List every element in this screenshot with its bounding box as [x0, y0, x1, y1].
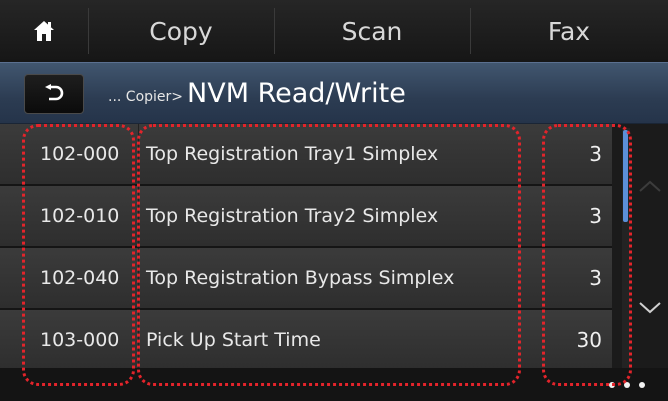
home-icon — [34, 21, 54, 41]
back-arrow-icon — [45, 84, 64, 101]
tab-fax-label: Fax — [547, 16, 591, 46]
page-title: NVM Read/Write — [187, 77, 406, 109]
scroll-up-button[interactable] — [632, 128, 668, 243]
top-tab-bar: Copy Scan Fax — [0, 0, 668, 62]
tab-scan-label: Scan — [341, 16, 403, 46]
tab-scan[interactable]: Scan — [274, 0, 470, 62]
more-dot-icon — [639, 381, 645, 388]
highlight-codes-column — [22, 124, 135, 386]
tab-copy-label: Copy — [149, 16, 213, 46]
breadcrumb: ... Copier> NVM Read/Write — [108, 63, 406, 123]
home-button[interactable] — [0, 0, 88, 62]
highlight-values-column — [542, 124, 632, 386]
tab-fax[interactable]: Fax — [470, 0, 668, 62]
chevron-down-icon — [639, 301, 661, 313]
breadcrumb-prefix[interactable]: ... Copier> — [108, 89, 183, 105]
chevron-up-icon — [639, 180, 661, 192]
highlight-names-column — [137, 124, 521, 386]
back-button[interactable] — [24, 74, 84, 114]
page-header: ... Copier> NVM Read/Write — [0, 62, 668, 124]
tab-copy[interactable]: Copy — [88, 0, 274, 62]
scroll-down-button[interactable] — [632, 250, 668, 365]
